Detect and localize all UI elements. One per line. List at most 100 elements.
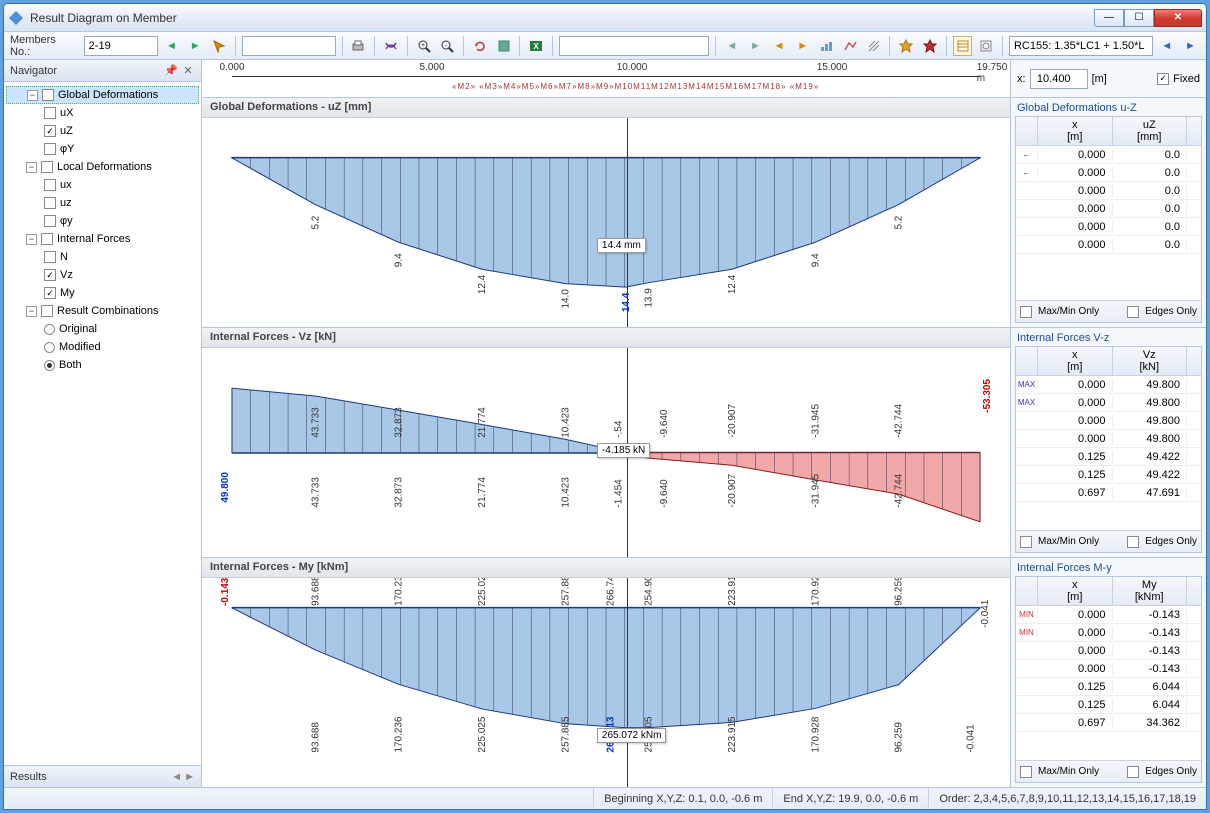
badge2-button[interactable]	[920, 36, 940, 56]
tree-item[interactable]: Original	[6, 320, 199, 338]
chart-body[interactable]: 5.29.412.414.014.413.912.49.45.214.4 mm	[202, 118, 1010, 327]
options1-button[interactable]	[953, 36, 973, 56]
table-row[interactable]: 0.000-0.143	[1016, 642, 1201, 660]
badge1-button[interactable]	[896, 36, 916, 56]
tree-item[interactable]: ✓uZ	[6, 122, 199, 140]
group-checkbox[interactable]	[42, 89, 54, 101]
checkbox[interactable]: ✓	[44, 287, 56, 299]
results-tab[interactable]: Results	[10, 771, 47, 783]
tree-group[interactable]: −Global Deformations	[6, 86, 199, 104]
tree-item[interactable]: uz	[6, 194, 199, 212]
ruler-track[interactable]: 0.0005.00010.00015.00019.750 m«M2» «M3»M…	[202, 60, 1010, 97]
checkbox[interactable]	[44, 251, 56, 263]
radio-button[interactable]	[44, 324, 55, 335]
tree-item[interactable]: ✓Vz	[6, 266, 199, 284]
navigator-pin-button[interactable]: 📌	[164, 64, 178, 78]
tab-scroll-right[interactable]: ►	[184, 771, 195, 783]
table-row[interactable]: 0.0000.0	[1016, 182, 1201, 200]
zoom-out-button[interactable]: -	[437, 36, 457, 56]
expand-icon[interactable]: −	[27, 90, 38, 101]
chart-body[interactable]: -0.143-0.04193.688170.236225.025257.8852…	[202, 578, 1010, 787]
options2-button[interactable]	[976, 36, 996, 56]
group-checkbox[interactable]	[41, 161, 53, 173]
table-row[interactable]: 0.000-0.143	[1016, 660, 1201, 678]
excel-button[interactable]: X	[526, 36, 546, 56]
radio-button[interactable]	[44, 360, 55, 371]
tree-item[interactable]: ✓My	[6, 284, 199, 302]
prev-member-button[interactable]: ◄	[162, 36, 182, 56]
data-grid[interactable]: x[m]uZ[mm]←0.0000.0←0.0000.00.0000.00.00…	[1015, 116, 1202, 323]
x-position-input[interactable]	[1030, 69, 1088, 89]
checkbox[interactable]	[44, 107, 56, 119]
chart-body[interactable]: 49.800-53.30543.73332.87321.77410.423-.5…	[202, 348, 1010, 557]
checkbox[interactable]	[44, 215, 56, 227]
nav-first-button[interactable]: ◄	[722, 36, 742, 56]
next-member-button[interactable]: ►	[185, 36, 205, 56]
loadcase-combo[interactable]	[1009, 36, 1153, 56]
table-row[interactable]: 0.0000.0	[1016, 218, 1201, 236]
tree-group[interactable]: −Result Combinations	[6, 302, 199, 320]
group-checkbox[interactable]	[41, 305, 53, 317]
checkbox[interactable]	[44, 179, 56, 191]
tree-item[interactable]: φY	[6, 140, 199, 158]
expand-icon[interactable]: −	[26, 234, 37, 245]
table-row[interactable]: 0.0000.0	[1016, 200, 1201, 218]
data-grid[interactable]: x[m]My[kNm]MIN0.000-0.143MIN0.000-0.1430…	[1015, 576, 1202, 783]
table-row[interactable]: 0.12549.422	[1016, 448, 1201, 466]
table-row[interactable]: MIN0.000-0.143	[1016, 624, 1201, 642]
tree-item[interactable]: uX	[6, 104, 199, 122]
diagram-style-button[interactable]	[817, 36, 837, 56]
fixed-checkbox[interactable]: ✓	[1157, 73, 1169, 85]
navigator-close-button[interactable]: ✕	[181, 64, 195, 78]
filter-select[interactable]	[559, 36, 709, 56]
maxmin-checkbox[interactable]	[1020, 766, 1032, 778]
checkbox[interactable]: ✓	[44, 269, 56, 281]
secondary-select[interactable]	[242, 36, 336, 56]
line-style-button[interactable]	[840, 36, 860, 56]
table-row[interactable]: 0.0000.0	[1016, 236, 1201, 254]
tree-item[interactable]: N	[6, 248, 199, 266]
table-row[interactable]: MAX0.00049.800	[1016, 394, 1201, 412]
table-row[interactable]: ←0.0000.0	[1016, 164, 1201, 182]
table-row[interactable]: 0.69747.691	[1016, 484, 1201, 502]
table-row[interactable]: 0.00049.800	[1016, 430, 1201, 448]
tree-item[interactable]: φy	[6, 212, 199, 230]
minimize-button[interactable]: —	[1094, 9, 1124, 27]
lc-next-button[interactable]: ►	[1181, 36, 1201, 56]
tree-item[interactable]: Modified	[6, 338, 199, 356]
data-grid[interactable]: x[m]Vz[kN]MAX0.00049.800MAX0.00049.8000.…	[1015, 346, 1202, 553]
expand-icon[interactable]: −	[26, 162, 37, 173]
tree-item[interactable]: ux	[6, 176, 199, 194]
lc-prev-button[interactable]: ◄	[1157, 36, 1177, 56]
edges-checkbox[interactable]	[1127, 306, 1139, 318]
nav-next2-button[interactable]: ►	[793, 36, 813, 56]
table-row[interactable]: MAX0.00049.800	[1016, 376, 1201, 394]
expand-icon[interactable]: −	[26, 306, 37, 317]
cursor-line[interactable]	[627, 578, 628, 787]
table-row[interactable]: 0.12549.422	[1016, 466, 1201, 484]
tree-group[interactable]: −Internal Forces	[6, 230, 199, 248]
table-row[interactable]: MIN0.000-0.143	[1016, 606, 1201, 624]
edges-checkbox[interactable]	[1127, 766, 1139, 778]
maxmin-checkbox[interactable]	[1020, 306, 1032, 318]
zoom-in-button[interactable]: +	[414, 36, 434, 56]
maxmin-checkbox[interactable]	[1020, 536, 1032, 548]
edges-checkbox[interactable]	[1127, 536, 1139, 548]
tab-scroll-left[interactable]: ◄	[171, 771, 182, 783]
maximize-button[interactable]: ☐	[1124, 9, 1154, 27]
pick-member-button[interactable]	[209, 36, 229, 56]
smooth-button[interactable]	[381, 36, 401, 56]
table-row[interactable]: 0.69734.362	[1016, 714, 1201, 732]
table-row[interactable]: 0.1256.044	[1016, 678, 1201, 696]
radio-button[interactable]	[44, 342, 55, 353]
table-row[interactable]: 0.00049.800	[1016, 412, 1201, 430]
checkbox[interactable]: ✓	[44, 125, 56, 137]
members-select[interactable]	[84, 36, 158, 56]
navigator-tree[interactable]: −Global DeformationsuX✓uZφY−Local Deform…	[4, 82, 201, 765]
refresh-button[interactable]	[470, 36, 490, 56]
nav-prev2-button[interactable]: ◄	[769, 36, 789, 56]
table-row[interactable]: 0.1256.044	[1016, 696, 1201, 714]
table-row[interactable]: ←0.0000.0	[1016, 146, 1201, 164]
nav-prev-button[interactable]: ►	[746, 36, 766, 56]
tree-item[interactable]: Both	[6, 356, 199, 374]
